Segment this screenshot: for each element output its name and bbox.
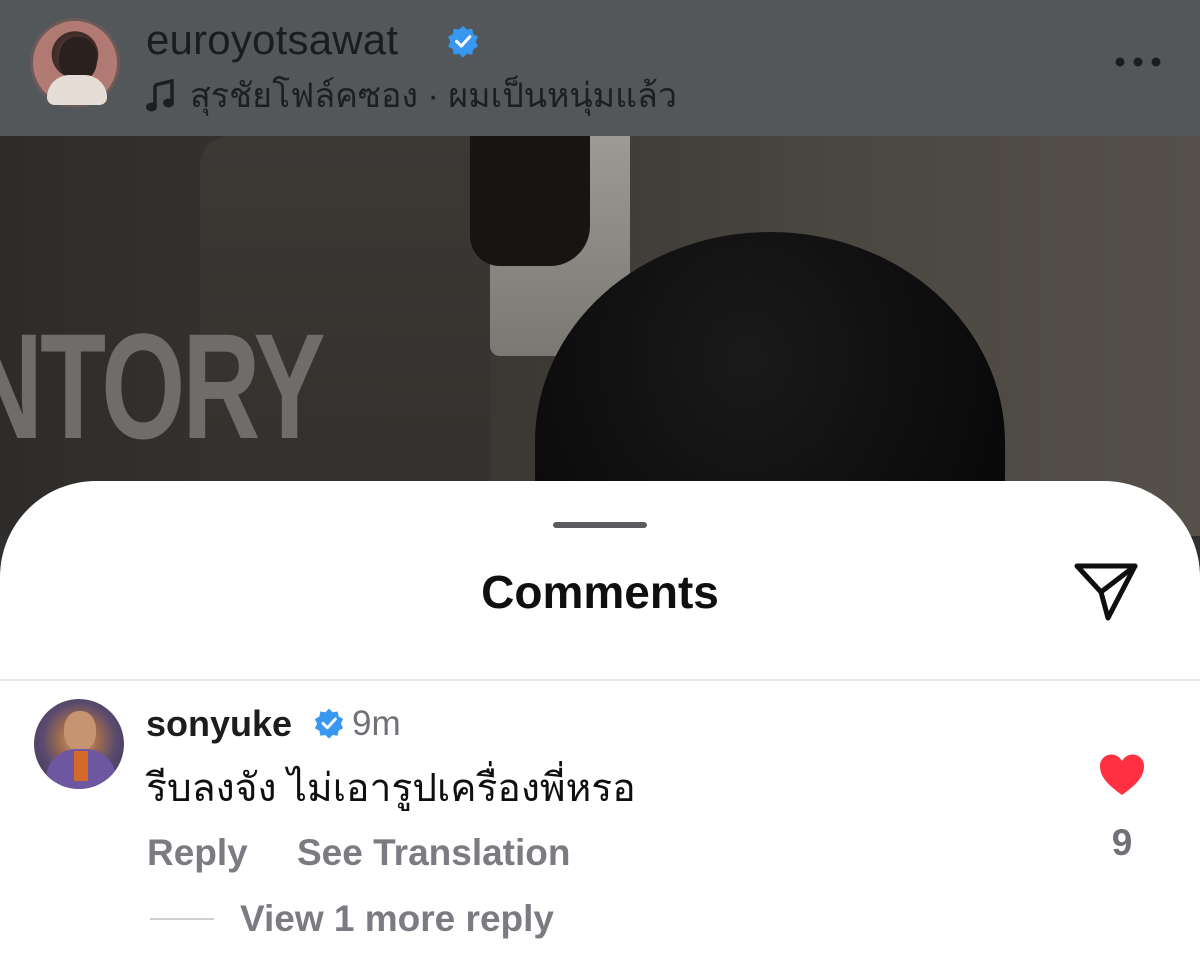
heart-icon[interactable] — [1098, 753, 1146, 797]
comment-text: รีบลงจัง ไม่เอารูปเครื่องพี่หรอ — [146, 767, 636, 810]
commenter-username[interactable]: sonyuke — [146, 702, 292, 746]
more-options-icon[interactable] — [1114, 56, 1162, 68]
post-header: euroyotsawat สุรชัยโฟล์คซอง · ผมเป็นหนุ่… — [0, 0, 1200, 136]
view-replies-button[interactable]: View 1 more reply — [240, 897, 554, 941]
verified-badge-icon — [314, 708, 344, 739]
photo-bag — [470, 136, 590, 266]
replies-divider-line — [150, 918, 214, 920]
comment-timestamp: 9m — [352, 704, 401, 743]
send-icon[interactable] — [1072, 560, 1140, 622]
sheet-divider — [0, 679, 1200, 681]
verified-badge-icon — [448, 25, 478, 58]
see-translation-button[interactable]: See Translation — [297, 831, 571, 875]
photo-sign-text: NTORY — [0, 302, 326, 470]
sheet-grabber[interactable] — [553, 522, 647, 528]
commenter-avatar[interactable] — [34, 699, 124, 789]
music-label: สุรชัยโฟล์คซอง · ผมเป็นหนุ่มแล้ว — [190, 77, 677, 115]
sheet-title: Comments — [481, 566, 719, 618]
comments-sheet: Comments sonyuke 9m รีบลงจัง ไม่เอารูปเค… — [0, 481, 1200, 963]
music-info[interactable]: สุรชัยโฟล์คซอง · ผมเป็นหนุ่มแล้ว — [146, 74, 677, 118]
reply-button[interactable]: Reply — [147, 831, 248, 875]
author-avatar[interactable] — [30, 18, 120, 108]
author-username[interactable]: euroyotsawat — [146, 16, 398, 64]
music-note-icon — [146, 79, 174, 112]
like-count: 9 — [1111, 822, 1133, 863]
